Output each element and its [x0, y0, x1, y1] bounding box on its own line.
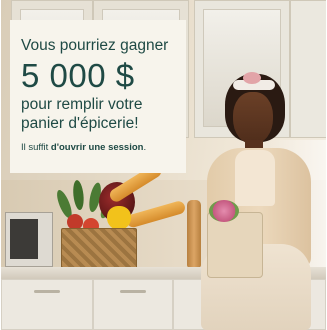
- headline-line: Vous pourriez gagner: [21, 37, 169, 54]
- lower-cabinet: [93, 279, 173, 330]
- person-face: [233, 92, 273, 144]
- tote-bag: [207, 212, 263, 278]
- yellow-pepper: [107, 206, 131, 230]
- prize-amount: 5 000 $: [21, 57, 135, 94]
- person-top: [235, 150, 275, 206]
- promo-banner[interactable]: Vous pourriez gagner 5 000 $ pour rempli…: [1, 0, 326, 330]
- flower-bouquet: [209, 200, 239, 222]
- cta-suffix: .: [143, 142, 147, 153]
- upper-cabinet: [290, 0, 326, 138]
- hair-bow: [243, 72, 261, 84]
- oil-bottle: [187, 200, 201, 268]
- cta-prefix: Il suffit: [21, 142, 51, 153]
- lower-cabinet: [1, 279, 93, 330]
- sign-in-link[interactable]: d'ouvrir une session: [51, 142, 144, 153]
- headline-line: panier d'épicerie!: [21, 115, 139, 132]
- microwave: [5, 212, 53, 267]
- promo-text-card: Vous pourriez gagner 5 000 $ pour rempli…: [10, 20, 186, 173]
- headline-line: pour remplir votre: [21, 96, 143, 113]
- cta-text: Il suffit d'ouvrir une session.: [21, 142, 178, 154]
